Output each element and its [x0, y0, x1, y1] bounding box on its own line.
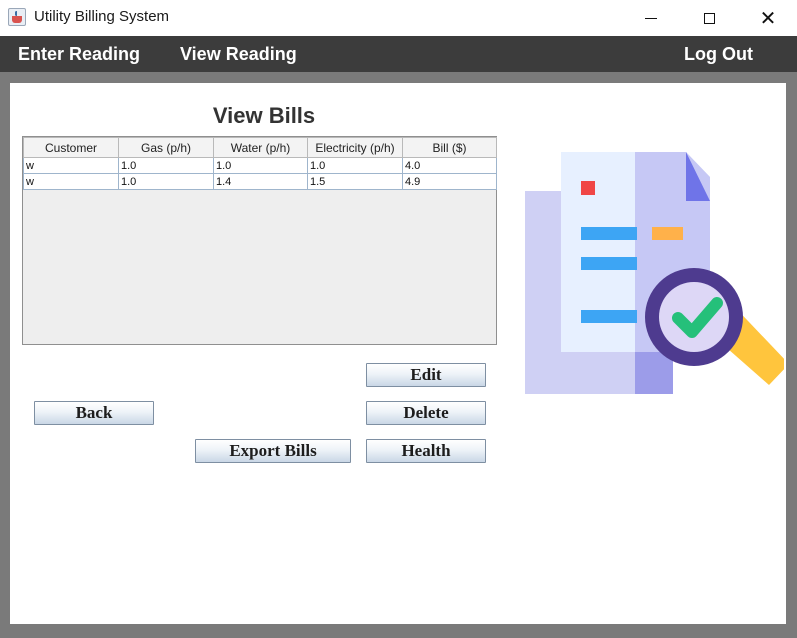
- window-title: Utility Billing System: [34, 8, 170, 25]
- bills-table[interactable]: Customer Gas (p/h) Water (p/h) Electrici…: [23, 137, 497, 190]
- column-header-bill[interactable]: Bill ($): [402, 137, 497, 158]
- menu-enter-reading[interactable]: Enter Reading: [18, 44, 140, 65]
- maximize-button[interactable]: [680, 0, 738, 36]
- health-button[interactable]: Health: [366, 439, 486, 463]
- menu-bar: Enter Reading View Reading Log Out: [0, 36, 797, 72]
- table-cell-gas[interactable]: 1.0: [118, 157, 214, 174]
- column-header-gas[interactable]: Gas (p/h): [118, 137, 214, 158]
- table-cell-water[interactable]: 1.0: [213, 157, 308, 174]
- maximize-icon: [703, 12, 715, 24]
- minimize-button[interactable]: [622, 0, 680, 36]
- table-cell-bill[interactable]: 4.9: [402, 173, 497, 190]
- back-button[interactable]: Back: [34, 401, 154, 425]
- document-search-check-icon: [525, 152, 784, 394]
- table-cell-gas[interactable]: 1.0: [118, 173, 214, 190]
- title-bar: Utility Billing System ✕: [0, 0, 797, 36]
- application-window: Utility Billing System ✕ Enter Reading V…: [0, 0, 797, 638]
- main-content: View Bills Customer Gas (p/h) Water (p/h…: [10, 83, 786, 624]
- table-cell-water[interactable]: 1.4: [213, 173, 308, 190]
- edit-button[interactable]: Edit: [366, 363, 486, 387]
- close-icon: ✕: [759, 6, 777, 30]
- table-cell-electricity[interactable]: 1.0: [307, 157, 403, 174]
- table-cell-electricity[interactable]: 1.5: [307, 173, 403, 190]
- menu-view-reading[interactable]: View Reading: [180, 44, 297, 65]
- page-title: View Bills: [212, 103, 316, 128]
- close-button[interactable]: ✕: [739, 0, 797, 36]
- table-cell-customer[interactable]: w: [23, 173, 119, 190]
- column-header-customer[interactable]: Customer: [23, 137, 119, 158]
- menu-log-out[interactable]: Log Out: [684, 44, 753, 65]
- table-cell-bill[interactable]: 4.0: [402, 157, 497, 174]
- bills-table-scrollpane[interactable]: Customer Gas (p/h) Water (p/h) Electrici…: [22, 136, 497, 345]
- table-header-row: Customer Gas (p/h) Water (p/h) Electrici…: [23, 137, 497, 158]
- column-header-water[interactable]: Water (p/h): [213, 137, 308, 158]
- table-row[interactable]: w 1.0 1.0 1.0 4.0: [23, 157, 497, 174]
- delete-button[interactable]: Delete: [366, 401, 486, 425]
- java-cup-icon: [8, 8, 26, 26]
- table-row[interactable]: w 1.0 1.4 1.5 4.9: [23, 173, 497, 190]
- window-bottom-border: [0, 624, 797, 638]
- minimize-icon: [645, 17, 657, 19]
- table-cell-customer[interactable]: w: [23, 157, 119, 174]
- column-header-electricity[interactable]: Electricity (p/h): [307, 137, 403, 158]
- export-bills-button[interactable]: Export Bills: [195, 439, 351, 463]
